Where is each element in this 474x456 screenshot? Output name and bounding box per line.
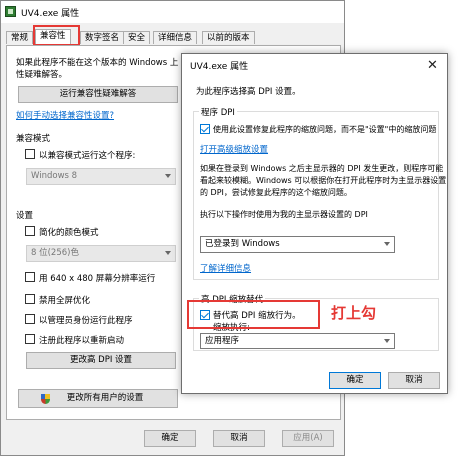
compat-mode-label: 兼容模式 [16, 134, 51, 144]
open-advanced-scaling-link[interactable]: 打开高级缩放设置 [200, 143, 268, 155]
compat-mode-checkbox-label: 以兼容模式运行这个程序: [39, 151, 136, 161]
dpi-description-line2: 看起来较模糊。Windows 可以根据你在打开此程序时为主显示器设置 [200, 176, 447, 185]
register-restart-label: 注册此程序以重新启动 [39, 336, 125, 346]
settings-label: 设置 [16, 211, 34, 221]
intro-text-line1: 如果此程序不能在这个版本的 Windows 上 [16, 58, 179, 68]
reduced-color-label: 简化的颜色模式 [39, 228, 99, 238]
high-dpi-dialog: UV4.exe 属性 ✕ 为此程序选择高 DPI 设置。 程序 DPI 使用此设… [181, 53, 448, 394]
tab-security[interactable]: 安全 [123, 31, 151, 44]
res-640-label: 用 640 x 480 屏幕分辨率运行 [39, 274, 156, 284]
run-as-admin-label: 以管理员身份运行此程序 [39, 316, 133, 326]
fg-ok-button[interactable]: 确定 [329, 372, 381, 389]
bg-title-bar: UV4.exe 属性 [1, 1, 344, 23]
compat-mode-select-value: Windows 8 [31, 171, 78, 181]
compat-mode-checkbox[interactable] [25, 149, 35, 159]
run-as-admin-checkbox[interactable] [25, 314, 35, 324]
change-all-users-button[interactable]: 更改所有用户的设置 [18, 389, 178, 408]
app-icon [5, 6, 16, 17]
dpi-select-label: 执行以下操作时使用为我的主显示器设置的 DPI [200, 210, 368, 219]
scaling-by-select-value: 应用程序 [205, 336, 240, 346]
learn-more-link[interactable]: 了解详细信息 [200, 262, 251, 274]
fg-cancel-button[interactable]: 取消 [388, 372, 440, 389]
bg-window-title: UV4.exe 属性 [21, 9, 80, 19]
chevron-down-icon [384, 242, 390, 246]
tab-general[interactable]: 常规 [6, 31, 34, 44]
chevron-down-icon [165, 174, 171, 178]
intro-text-line2: 性疑难解答。 [16, 70, 68, 80]
bg-apply-button[interactable]: 应用(A) [282, 430, 334, 447]
dpi-description-line1: 如果在登录到 Windows 之后主显示器的 DPI 发生更改，则程序可能 [200, 164, 444, 173]
program-dpi-label: 程序 DPI [199, 106, 237, 118]
color-mode-select: 8 位(256)色 [26, 245, 176, 262]
tab-details[interactable]: 详细信息 [153, 31, 198, 44]
uac-shield-icon [41, 394, 50, 404]
program-dpi-checkbox[interactable] [200, 124, 210, 134]
override-highlight-box [187, 300, 320, 329]
dpi-timing-select-value: 已登录到 Windows [205, 239, 280, 249]
tab-previous-versions[interactable]: 以前的版本 [202, 31, 255, 44]
compat-mode-select: Windows 8 [26, 168, 176, 185]
bg-cancel-button[interactable]: 取消 [213, 430, 265, 447]
manual-settings-link[interactable]: 如何手动选择兼容性设置? [16, 109, 114, 121]
close-icon[interactable]: ✕ [427, 58, 438, 73]
annotation-text: 打上勾 [331, 304, 377, 322]
reduced-color-checkbox[interactable] [25, 226, 35, 236]
color-mode-select-value: 8 位(256)色 [31, 248, 79, 258]
tab-digital-signature[interactable]: 数字签名 [80, 31, 125, 44]
program-dpi-checkbox-label: 使用此设置修复此程序的缩放问题，而不是"设置"中的缩放问题 [213, 125, 437, 134]
chevron-down-icon [165, 251, 171, 255]
change-dpi-settings-button[interactable]: 更改高 DPI 设置 [26, 352, 176, 369]
fg-title-bar: UV4.exe 属性 ✕ [182, 54, 447, 76]
tab-highlight-box [33, 25, 80, 46]
change-all-users-label: 更改所有用户的设置 [66, 393, 144, 403]
res-640-checkbox[interactable] [25, 272, 35, 282]
dpi-description-line3: 的 DPI，尝试修复此程序的这个缩放问题。 [200, 188, 352, 197]
scaling-by-select[interactable]: 应用程序 [200, 333, 395, 349]
chevron-down-icon [384, 339, 390, 343]
disable-fullscreen-label: 禁用全屏优化 [39, 296, 91, 306]
register-restart-checkbox[interactable] [25, 334, 35, 344]
bg-ok-button[interactable]: 确定 [144, 430, 196, 447]
dpi-timing-select[interactable]: 已登录到 Windows [200, 236, 395, 253]
fg-window-title: UV4.exe 属性 [190, 62, 249, 72]
run-troubleshooter-button[interactable]: 运行兼容性疑难解答 [18, 86, 178, 103]
program-dpi-group: 程序 DPI 使用此设置修复此程序的缩放问题，而不是"设置"中的缩放问题 打开高… [193, 106, 446, 280]
disable-fullscreen-checkbox[interactable] [25, 294, 35, 304]
dpi-subtitle: 为此程序选择高 DPI 设置。 [196, 87, 301, 97]
